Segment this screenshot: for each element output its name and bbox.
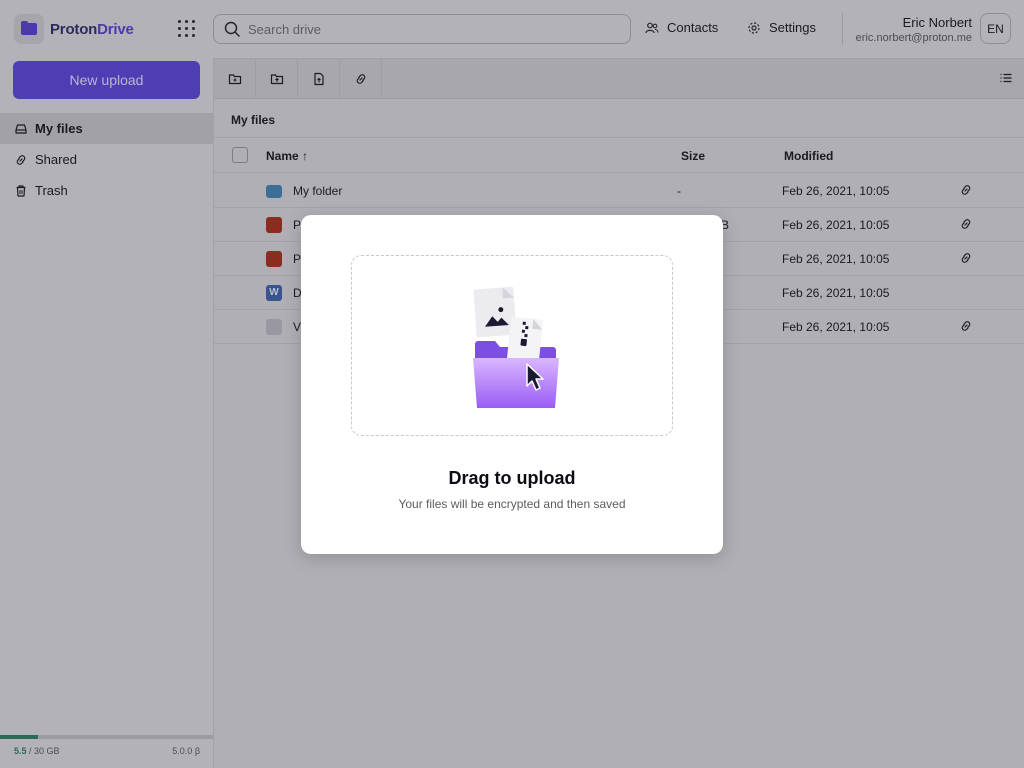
settings-label: Settings (769, 20, 816, 35)
apps-grid-icon[interactable] (178, 20, 196, 38)
file-name: V (293, 320, 302, 334)
storage-info: 5.5 / 30 GB 5.0.0 β (14, 746, 200, 756)
sidebar-item-shared[interactable]: Shared (0, 144, 213, 175)
gear-icon (748, 21, 760, 34)
file-name: P (293, 218, 302, 232)
column-modified-header[interactable]: Modified (784, 149, 833, 163)
drag-upload-modal: Drag to upload Your files will be encryp… (301, 215, 723, 554)
list-view-icon (1000, 73, 1012, 83)
file-modified: Feb 26, 2021, 10:05 (782, 252, 890, 266)
modal-subtitle: Your files will be encrypted and then sa… (398, 497, 626, 511)
sidebar-item-label: My files (35, 121, 83, 136)
search-icon (224, 21, 240, 37)
file-modified: Feb 26, 2021, 10:05 (782, 320, 890, 334)
sort-arrow-icon: ↑ (302, 149, 309, 163)
column-size-header[interactable]: Size (681, 149, 705, 163)
new-folder-icon (228, 74, 241, 85)
select-all-checkbox[interactable] (232, 147, 248, 163)
user-info[interactable]: Eric Norbert eric.norbert@proton.me (856, 15, 972, 44)
search-input[interactable] (248, 21, 608, 37)
shared-link-icon[interactable] (959, 319, 973, 333)
sidebar-item-trash[interactable]: Trash (0, 175, 213, 206)
file-name: My folder (293, 184, 343, 198)
breadcrumb[interactable]: My files (231, 113, 275, 127)
file-modified: Feb 26, 2021, 10:05 (782, 218, 890, 232)
search-box (213, 14, 631, 44)
folder-upload-illustration-icon (473, 286, 559, 408)
storage-used: 5.5 (14, 746, 27, 756)
share-link-button[interactable] (340, 59, 382, 99)
list-view-button[interactable] (999, 71, 1013, 90)
file-size: - (677, 184, 681, 198)
sidebar-item-my-files[interactable]: My files (0, 113, 213, 144)
file-name: P (293, 252, 302, 266)
upload-file-button[interactable] (298, 59, 340, 99)
drop-zone[interactable] (351, 255, 673, 436)
column-name-label: Name (266, 149, 299, 163)
file-modified: Feb 26, 2021, 10:05 (782, 184, 890, 198)
storage-progress (0, 735, 213, 739)
storage-usage: 5.5 / 30 GB (14, 746, 60, 756)
avatar[interactable]: EN (980, 13, 1011, 44)
storage-progress-fill (0, 735, 39, 739)
shared-link-icon[interactable] (959, 251, 973, 265)
share-link-icon (356, 74, 365, 84)
upload-folder-button[interactable] (256, 59, 298, 99)
trash-icon (16, 184, 26, 197)
topbar-divider (842, 13, 843, 45)
shared-link-icon[interactable] (959, 217, 973, 231)
hard-drive-icon (15, 123, 27, 134)
table-row[interactable]: My folder - Feb 26, 2021, 10:05 (214, 174, 1024, 208)
brand-logo[interactable]: ProtonDrive (14, 14, 134, 44)
pdf-file-icon (266, 251, 282, 267)
contacts-button[interactable]: Contacts (645, 20, 718, 35)
contacts-label: Contacts (667, 20, 719, 35)
settings-button[interactable]: Settings (747, 20, 816, 35)
toolbar (214, 59, 1024, 99)
column-name-header[interactable]: Name ↑ (266, 149, 308, 163)
app-version: 5.0.0 β (172, 746, 200, 756)
link-icon (16, 154, 26, 165)
new-upload-button[interactable]: New upload (13, 61, 200, 99)
table-header: Name ↑ Size Modified (214, 138, 1024, 173)
top-bar: ProtonDrive Contacts (0, 0, 1024, 58)
brand-name-first: Proton (50, 20, 98, 38)
sidebar-nav: My files Shared Trash (0, 113, 213, 206)
folder-icon (266, 185, 282, 198)
sidebar-item-label: Shared (35, 152, 77, 167)
new-folder-button[interactable] (214, 59, 256, 99)
shared-link-icon[interactable] (959, 183, 973, 197)
storage-total: / 30 GB (26, 746, 60, 756)
drive-logo-icon (14, 14, 44, 44)
sidebar-item-label: Trash (35, 183, 68, 198)
user-email: eric.norbert@proton.me (855, 32, 972, 44)
modal-title: Drag to upload (448, 468, 576, 488)
file-modified: Feb 26, 2021, 10:05 (782, 286, 890, 300)
user-name: Eric Norbert (902, 15, 972, 30)
upload-file-icon (313, 72, 324, 86)
upload-folder-icon (270, 74, 283, 85)
word-file-icon: W (266, 285, 282, 301)
brand-name-second: Drive (97, 20, 134, 38)
pdf-file-icon (266, 217, 282, 233)
zip-file-icon (266, 319, 282, 335)
sidebar: New upload My files Shared Trash 5.5 / 3… (0, 58, 213, 768)
contacts-icon (645, 22, 659, 33)
brand-name: ProtonDrive (50, 21, 134, 38)
